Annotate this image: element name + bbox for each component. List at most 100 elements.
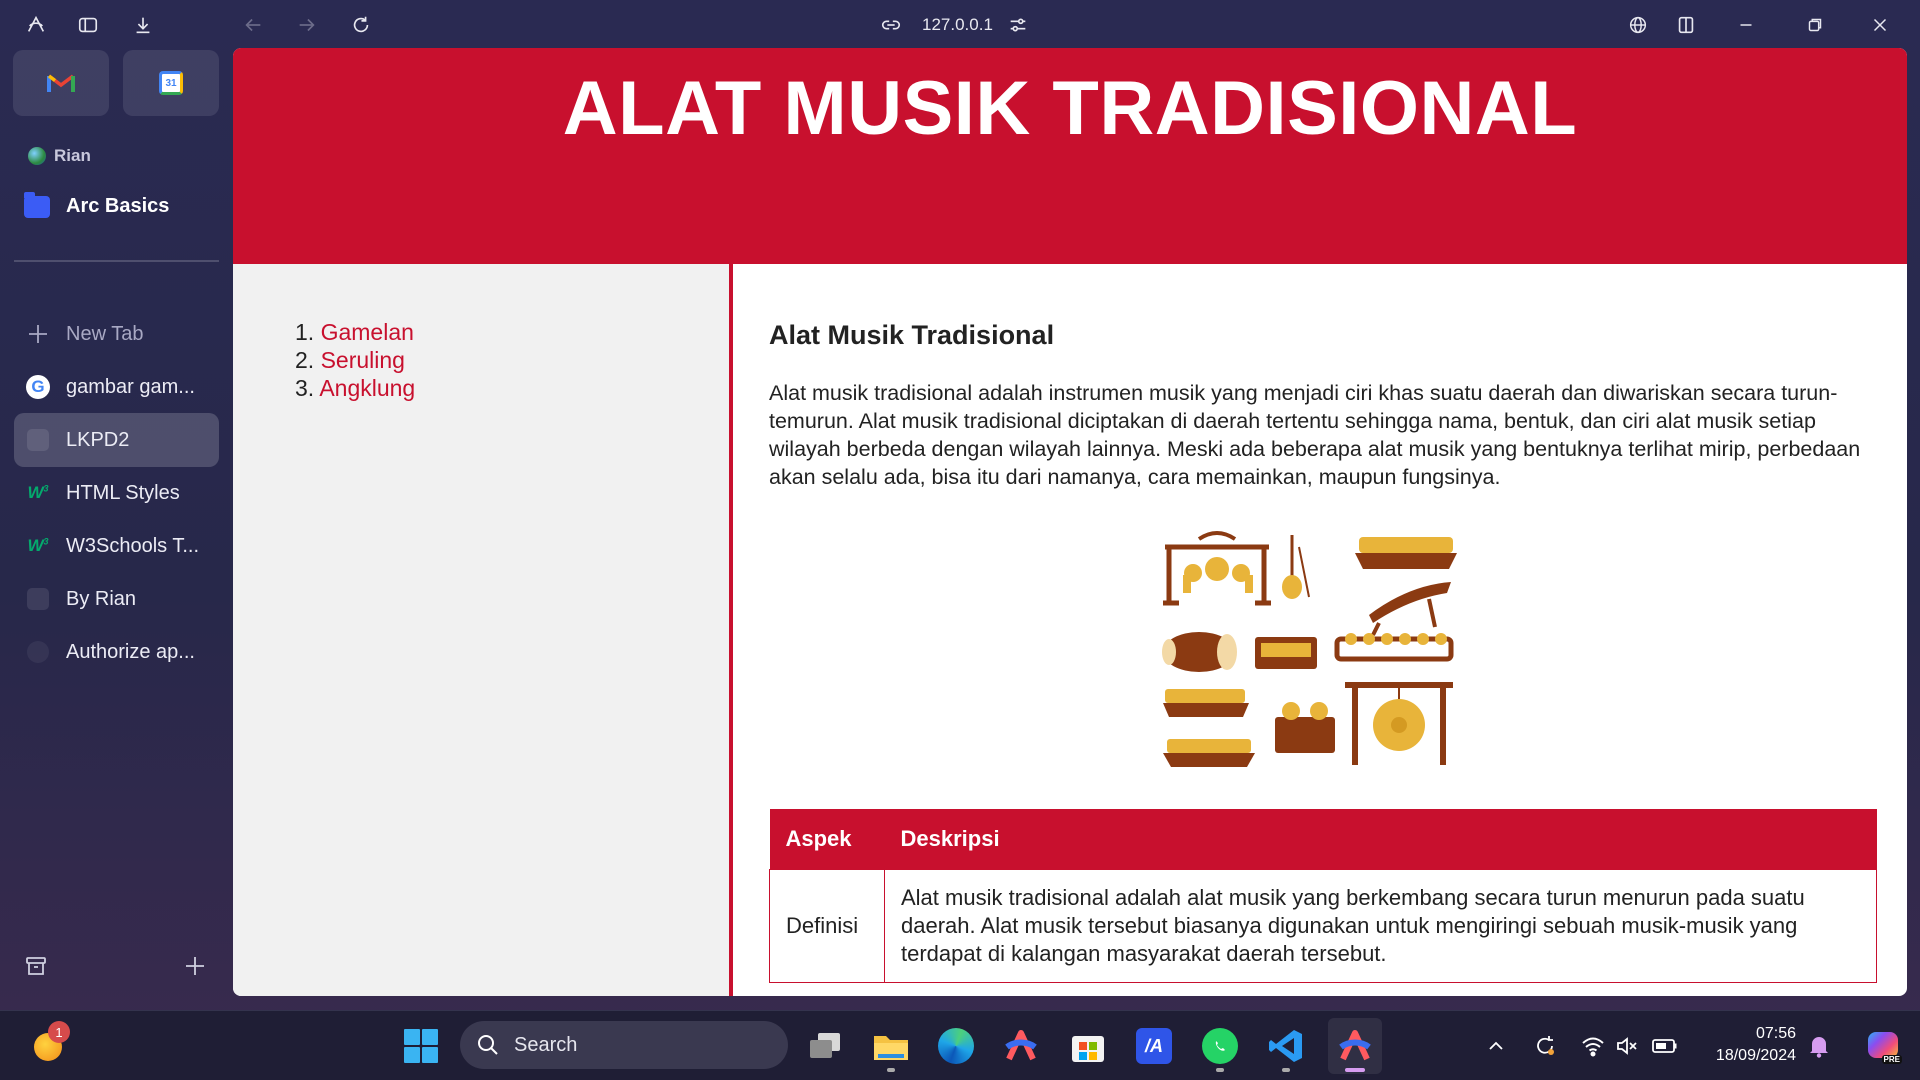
volume-muted-icon[interactable] <box>1614 1033 1640 1059</box>
clock-time: 07:56 <box>1755 1025 1796 1042</box>
weather-widget[interactable]: 1 <box>28 1021 70 1067</box>
taskbar: 1 Search /A 07:56 18/09/2024 PRE <box>0 1010 1920 1080</box>
url-bar[interactable]: 127.0.0.1 <box>880 11 1029 39</box>
arc-icon <box>1005 1030 1037 1061</box>
vscode-button[interactable] <box>1266 1026 1306 1072</box>
pinned-gmail[interactable] <box>13 50 109 116</box>
microsoft-store-button[interactable] <box>1068 1026 1108 1066</box>
start-button[interactable] <box>401 1026 441 1066</box>
reload-icon[interactable] <box>347 11 375 39</box>
tab-icon-slot <box>26 587 50 611</box>
pinned-google-calendar[interactable]: 31 <box>123 50 219 116</box>
table-header-row: Aspek Deskripsi <box>769 809 1877 869</box>
clock-date: 18/09/2024 <box>1715 1047 1796 1064</box>
sidebar-toggle-icon[interactable] <box>74 11 102 39</box>
nav-item: 1. Gamelan <box>295 318 729 346</box>
restore-icon[interactable] <box>1801 11 1829 39</box>
app-button-ma[interactable]: /A <box>1134 1026 1174 1066</box>
gmail-icon <box>47 74 75 92</box>
page-header: ALAT MUSIK TRADISIONAL <box>233 48 1907 264</box>
table-cell-deskripsi: Alat musik tradisional adalah alat musik… <box>884 868 1877 983</box>
back-arrow-icon[interactable] <box>239 11 267 39</box>
store-icon <box>1072 1036 1104 1062</box>
tab-icon-slot <box>26 428 50 452</box>
arc-logo-icon[interactable] <box>22 11 50 39</box>
side-navigation: 1. Gamelan 2. Seruling 3. Angklung <box>233 264 733 996</box>
archive-icon[interactable] <box>22 952 50 980</box>
close-icon[interactable] <box>1866 11 1894 39</box>
new-tab-label: New Tab <box>66 322 144 345</box>
tab-icon-slot: W3 <box>26 534 50 558</box>
folder-icon <box>874 1036 908 1060</box>
notification-bell-icon[interactable] <box>1806 1033 1832 1059</box>
running-indicator <box>1216 1068 1224 1072</box>
space-title[interactable]: Arc Basics <box>24 191 169 218</box>
nav-item: 2. Seruling <box>295 346 729 374</box>
tab-label: Authorize ap... <box>66 640 195 663</box>
site-settings-icon[interactable] <box>1007 14 1029 36</box>
task-view-icon <box>810 1033 840 1058</box>
sidebar-tab-html-styles[interactable]: W3 HTML Styles <box>14 466 219 520</box>
split-view-icon[interactable] <box>1672 11 1700 39</box>
sync-icon[interactable] <box>1532 1033 1558 1059</box>
plus-icon <box>26 322 50 346</box>
arc-active-button[interactable] <box>1328 1018 1382 1074</box>
nav-link-seruling[interactable]: Seruling <box>321 347 405 373</box>
profile-switcher[interactable]: Rian <box>28 146 91 166</box>
profile-name: Rian <box>54 146 91 165</box>
folder-icon <box>24 191 50 218</box>
tab-label: gambar gam... <box>66 375 195 398</box>
sidebar-tab-w3schools[interactable]: W3 W3Schools T... <box>14 519 219 573</box>
minimize-icon[interactable] <box>1732 11 1760 39</box>
copilot-button[interactable]: PRE <box>1866 1028 1902 1064</box>
tab-label: By Rian <box>66 587 137 610</box>
edge-icon <box>938 1028 974 1064</box>
blank-favicon-icon <box>27 429 49 451</box>
sidebar-tab-by-rian[interactable]: By Rian <box>14 572 219 626</box>
nav-link-angklung[interactable]: Angklung <box>319 375 415 401</box>
arc-taskbar-button[interactable] <box>1001 1026 1041 1066</box>
section-heading: Alat Musik Tradisional <box>769 320 1055 350</box>
forward-arrow-icon[interactable] <box>293 11 321 39</box>
sidebar-tab-gambar[interactable]: G gambar gam... <box>14 360 219 414</box>
main-content: Alat Musik Tradisional Alat musik tradis… <box>737 264 1907 996</box>
calendar-day: 31 <box>165 77 177 89</box>
taskbar-search[interactable]: Search <box>460 1021 788 1069</box>
url-text[interactable]: 127.0.0.1 <box>922 15 993 35</box>
tab-label: LKPD2 <box>66 428 130 451</box>
sidebar-divider <box>14 260 219 262</box>
column-header-aspek: Aspek <box>769 809 885 869</box>
windows-logo-icon <box>404 1029 438 1063</box>
system-clock[interactable]: 07:56 18/09/2024 <box>1700 1023 1796 1067</box>
sidebar-tab-lkpd2[interactable]: LKPD2 <box>14 413 219 467</box>
arc-icon <box>1339 1030 1371 1061</box>
running-indicator <box>1282 1068 1290 1072</box>
new-tab-button[interactable]: New Tab <box>14 307 219 361</box>
globe-icon[interactable] <box>1624 11 1652 39</box>
web-content: ALAT MUSIK TRADISIONAL 1. Gamelan 2. Ser… <box>233 48 1907 996</box>
nav-link-gamelan[interactable]: Gamelan <box>321 319 414 345</box>
table-cell-aspek: Definisi <box>769 868 885 983</box>
banner-title: ALAT MUSIK TRADISIONAL <box>562 66 1578 151</box>
sidebar-tab-authorize[interactable]: Authorize ap... <box>14 625 219 679</box>
vscode-icon <box>1269 1030 1302 1062</box>
battery-icon[interactable] <box>1652 1033 1678 1059</box>
running-indicator <box>887 1068 895 1072</box>
download-icon[interactable] <box>129 11 157 39</box>
whatsapp-icon <box>1202 1028 1238 1064</box>
nav-number: 3. <box>295 375 315 401</box>
edge-button[interactable] <box>936 1026 976 1066</box>
show-hidden-icons-chevron-icon[interactable] <box>1483 1033 1509 1059</box>
gamelan-illustration <box>1159 527 1459 777</box>
wifi-icon[interactable] <box>1580 1033 1606 1059</box>
w3schools-icon: W3 <box>27 536 49 555</box>
profile-globe-icon <box>28 147 46 165</box>
intro-paragraph: Alat musik tradisional adalah instrumen … <box>769 381 1861 489</box>
nav-item: 3. Angklung <box>295 374 729 402</box>
whatsapp-button[interactable] <box>1200 1026 1240 1072</box>
add-icon[interactable] <box>181 952 209 980</box>
task-view-button[interactable] <box>805 1026 845 1066</box>
table-row: Definisi Alat musik tradisional adalah a… <box>769 868 1877 983</box>
file-explorer-button[interactable] <box>871 1026 911 1072</box>
tab-label: HTML Styles <box>66 481 180 504</box>
